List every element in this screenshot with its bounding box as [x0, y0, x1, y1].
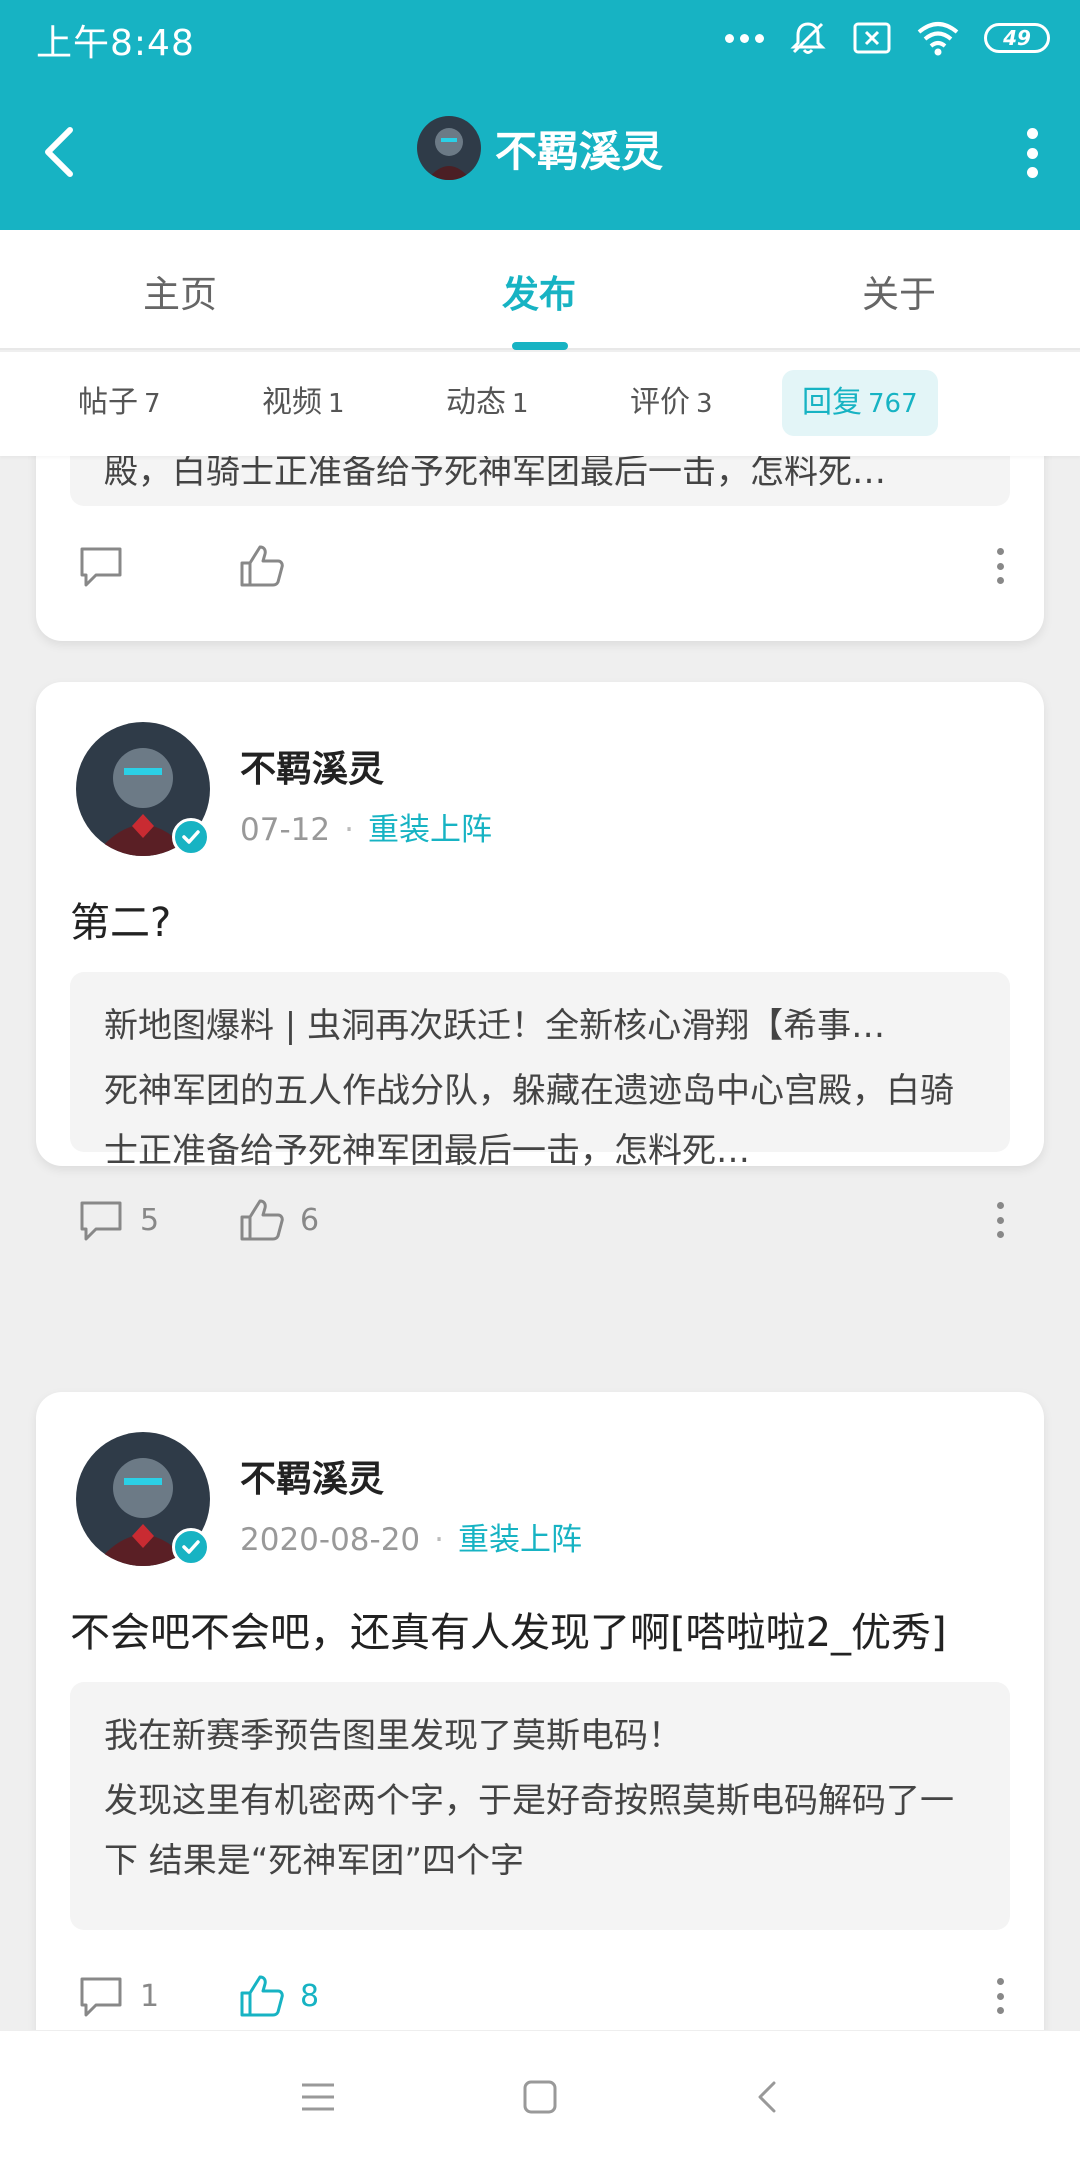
comment-button[interactable]	[76, 536, 140, 596]
sub-tabs: 帖子 7 视频 1 动态 1 评价 3 回复 767	[0, 352, 1080, 456]
top-bar: 上午8:48 49 不羁溪灵	[0, 0, 1080, 230]
home-button[interactable]	[512, 2069, 568, 2125]
subtab-count: 1	[512, 389, 529, 419]
subtab-replies[interactable]: 回复 767	[782, 370, 938, 436]
quoted-post[interactable]: 殿，白骑士正准备给予死神军团最后一击，怎料死…	[70, 456, 1010, 506]
more-options-icon[interactable]	[994, 548, 1006, 584]
battery-icon: 49	[984, 23, 1050, 53]
status-icons: 49	[725, 18, 1050, 58]
profile-title[interactable]: 不羁溪灵	[0, 116, 1080, 180]
tab-about[interactable]: 关于	[862, 264, 936, 318]
comment-count: 1	[140, 1978, 160, 2014]
status-time: 上午8:48	[36, 23, 195, 64]
subtab-count: 767	[868, 389, 918, 419]
subtab-label: 评价	[630, 385, 690, 420]
subtab-count: 1	[328, 389, 345, 419]
reply-card[interactable]: 不羁溪灵 2020-08-20 · 重装上阵 不会吧不会吧，还真有人发现了啊[嗒啦啦…	[36, 1392, 1044, 2030]
reply-card[interactable]: 殿，白骑士正准备给予死神军团最后一击，怎料死…	[36, 456, 1044, 641]
subtab-count: 7	[144, 389, 161, 419]
game-tag[interactable]: 重装上阵	[458, 1522, 582, 1558]
subtab-label: 视频	[262, 385, 322, 420]
quote-text: 殿，白骑士正准备给予死神军团最后一击，怎料死…	[104, 456, 886, 492]
subtab-activity[interactable]: 动态 1	[446, 370, 529, 436]
thumbs-up-icon	[240, 545, 284, 587]
author-name[interactable]: 不羁溪灵	[240, 1450, 384, 1502]
title-bar: 不羁溪灵	[0, 76, 1080, 230]
subtab-reviews[interactable]: 评价 3	[630, 370, 713, 436]
like-button[interactable]: 6	[236, 1190, 319, 1250]
subtab-label: 动态	[446, 385, 506, 420]
quoted-post[interactable]: 新地图爆料 | 虫洞再次跃迁！全新核心滑翔【希事… 死神军团的五人作战分队，躲藏…	[70, 972, 1010, 1171]
active-tab-indicator	[512, 342, 568, 350]
reply-list[interactable]: 殿，白骑士正准备给予死神军团最后一击，怎料死… 不羁溪灵 07-12 · 重装上…	[0, 456, 1080, 2030]
more-vertical-icon[interactable]	[1020, 128, 1044, 178]
like-button[interactable]	[236, 536, 300, 596]
menu-button[interactable]	[290, 2069, 346, 2125]
subtab-videos[interactable]: 视频 1	[262, 370, 345, 436]
card-actions: 1 8	[76, 1966, 1006, 2026]
game-tag[interactable]: 重装上阵	[368, 812, 492, 848]
verified-badge-icon	[172, 818, 210, 856]
post-meta: 2020-08-20 · 重装上阵	[240, 1514, 582, 1559]
status-bar: 上午8:48 49	[0, 0, 1080, 76]
quote-body: 发现这里有机密两个字，于是好奇按照莫斯电码解码了一下 结果是“死神军团”四个字	[104, 1781, 954, 1881]
reply-text: 不会吧不会吧，还真有人发现了啊[嗒啦啦2_优秀]	[70, 1610, 947, 1656]
like-count: 8	[300, 1978, 320, 2014]
quoted-post[interactable]: 我在新赛季预告图里发现了莫斯电码！ 发现这里有机密两个字，于是好奇按照莫斯电码解…	[70, 1682, 1010, 1930]
reply-text: 第二?	[70, 900, 172, 946]
subtab-posts[interactable]: 帖子 7	[78, 370, 161, 436]
card-actions	[76, 536, 1006, 596]
comment-icon	[80, 1977, 122, 2017]
subtab-label: 帖子	[78, 385, 138, 420]
more-options-icon[interactable]	[994, 1202, 1006, 1238]
menu-icon	[302, 2083, 334, 2111]
tab-home[interactable]: 主页	[143, 264, 217, 318]
more-options-icon[interactable]	[994, 1978, 1006, 2014]
nav-back-button[interactable]	[740, 2069, 796, 2125]
more-dots-icon	[725, 33, 764, 43]
comment-count: 5	[140, 1202, 160, 1238]
post-meta: 07-12 · 重装上阵	[240, 804, 492, 849]
subtab-count: 3	[696, 389, 713, 419]
back-chevron-icon	[758, 2081, 776, 2113]
mute-bell-icon	[790, 22, 826, 54]
meta-separator: ·	[434, 1522, 445, 1558]
card-actions: 5 6	[76, 1190, 1006, 1250]
subtab-label: 回复	[802, 385, 862, 420]
page-title: 不羁溪灵	[494, 126, 663, 176]
home-square-icon	[523, 2080, 557, 2114]
post-date: 07-12	[240, 812, 331, 848]
quote-body: 死神军团的五人作战分队，躲藏在遗迹岛中心宫殿，白骑士正准备给予死神军团最后一击，…	[104, 1071, 954, 1171]
meta-separator: ·	[344, 812, 354, 848]
main-tabs: 主页 发布 关于	[0, 230, 1080, 350]
author-name[interactable]: 不羁溪灵	[240, 740, 384, 792]
wifi-icon	[917, 22, 959, 56]
reply-card[interactable]: 不羁溪灵 07-12 · 重装上阵 第二? 新地图爆料 | 虫洞再次跃迁！全新核心滑…	[36, 682, 1044, 1241]
system-nav-bar	[0, 2030, 1080, 2160]
comment-icon	[80, 1201, 122, 1241]
comment-button[interactable]: 5	[76, 1190, 159, 1250]
like-button[interactable]: 8	[236, 1966, 319, 2026]
tab-publish[interactable]: 发布	[502, 264, 576, 318]
like-count: 6	[300, 1202, 320, 1238]
thumbs-up-icon	[240, 1975, 284, 2017]
post-date: 2020-08-20	[240, 1522, 421, 1558]
comment-button[interactable]: 1	[76, 1966, 159, 2026]
quote-title: 新地图爆料 | 虫洞再次跃迁！全新核心滑翔【希事…	[104, 1006, 886, 1046]
comment-icon	[80, 547, 122, 587]
no-sim-icon	[853, 22, 891, 54]
verified-badge-icon	[172, 1528, 210, 1566]
quote-title: 我在新赛季预告图里发现了莫斯电码！	[104, 1716, 682, 1756]
avatar[interactable]	[416, 116, 481, 180]
thumbs-up-icon	[240, 1199, 284, 1241]
